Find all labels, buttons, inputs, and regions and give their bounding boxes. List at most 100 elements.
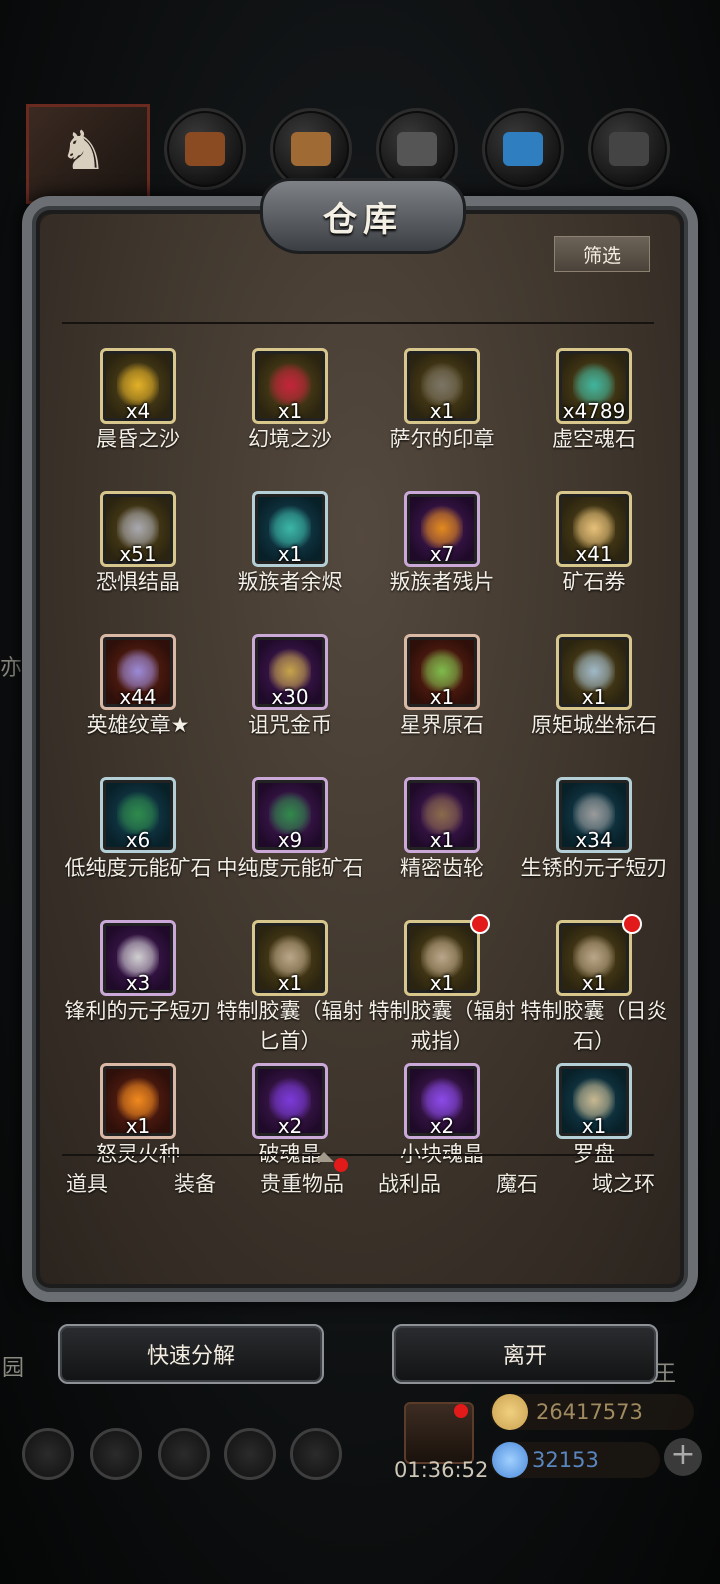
item-name: 星界原石 xyxy=(400,713,484,737)
new-item-badge xyxy=(470,914,490,934)
item-name: 锋利的元子短刃 xyxy=(64,999,212,1023)
hud-star-icon[interactable] xyxy=(90,1428,142,1480)
item-slot[interactable]: x1 xyxy=(556,920,632,996)
item-cell[interactable]: x6 低纯度元能矿石 xyxy=(62,777,214,917)
item-cell[interactable]: x41 矿石券 xyxy=(518,491,670,631)
category-steel-icon[interactable] xyxy=(588,108,670,190)
gift-badge xyxy=(454,1404,468,1418)
item-name: 矿石券 xyxy=(562,570,626,594)
item-cell[interactable]: x1 特制胶囊（辐射匕首） xyxy=(214,920,366,1060)
item-cell[interactable]: x4 晨昏之沙 xyxy=(62,348,214,488)
side-hint-left-upper: 亦 xyxy=(0,656,23,681)
item-quantity: x1 xyxy=(277,542,303,566)
tab-domain-rings[interactable]: 域之环 xyxy=(592,1168,655,1198)
gem-icon xyxy=(492,1442,528,1478)
item-slot[interactable]: x1 xyxy=(404,920,480,996)
item-name: 特制胶囊（辐射匕首） xyxy=(216,999,364,1053)
new-item-badge xyxy=(622,914,642,934)
item-slot[interactable]: x1 xyxy=(556,634,632,710)
mount-portrait[interactable]: ♞ xyxy=(26,104,150,204)
side-hint-left-lower: 园 xyxy=(2,1356,25,1381)
item-slot[interactable]: x30 xyxy=(252,634,328,710)
item-quantity: x2 xyxy=(429,1114,455,1138)
top-divider xyxy=(62,322,654,324)
item-quantity: x1 xyxy=(429,399,455,423)
item-quantity: x4 xyxy=(125,399,151,423)
item-slot[interactable]: x1 xyxy=(404,634,480,710)
item-slot[interactable]: x51 xyxy=(100,491,176,567)
add-currency-button[interactable]: + xyxy=(664,1438,702,1476)
item-cell[interactable]: x9 中纯度元能矿石 xyxy=(214,777,366,917)
item-slot[interactable]: x1 xyxy=(252,348,328,424)
item-name: 诅咒金币 xyxy=(248,713,332,737)
item-cell[interactable]: x1 精密齿轮 xyxy=(366,777,518,917)
item-slot[interactable]: x2 xyxy=(252,1063,328,1139)
leave-button[interactable]: 离开 xyxy=(392,1324,658,1384)
item-slot[interactable]: x1 xyxy=(556,1063,632,1139)
item-quantity: x34 xyxy=(575,828,613,852)
category-boots-icon[interactable] xyxy=(164,108,246,190)
item-slot[interactable]: x3 xyxy=(100,920,176,996)
tab-props[interactable]: 道具 xyxy=(66,1168,108,1198)
item-quantity: x1 xyxy=(581,971,607,995)
hud-settings-icon[interactable] xyxy=(22,1428,74,1480)
item-slot[interactable]: x4 xyxy=(100,348,176,424)
item-slot[interactable]: x1 xyxy=(252,491,328,567)
item-cell[interactable]: x1 原矩城坐标石 xyxy=(518,634,670,774)
item-name: 原矩城坐标石 xyxy=(531,713,657,737)
item-cell[interactable]: x44 英雄纹章★ xyxy=(62,634,214,774)
item-cell[interactable]: x51 恐惧结晶 xyxy=(62,491,214,631)
tab-magic-stones[interactable]: 魔石 xyxy=(496,1168,538,1198)
category-crystal-icon[interactable] xyxy=(482,108,564,190)
item-cell[interactable]: x34 生锈的元子短刃 xyxy=(518,777,670,917)
item-name: 精密齿轮 xyxy=(400,856,484,880)
item-slot[interactable]: x4789 xyxy=(556,348,632,424)
item-name: 虚空魂石 xyxy=(552,427,636,451)
gift-timer: 01:36:52 xyxy=(394,1458,489,1482)
scroll-up-icon[interactable] xyxy=(314,1152,334,1162)
tab-equipment[interactable]: 装备 xyxy=(174,1168,216,1198)
item-cell[interactable]: x1 特制胶囊（辐射戒指） xyxy=(366,914,518,1060)
item-name: 恐惧结晶 xyxy=(96,570,180,594)
item-quantity: x1 xyxy=(277,399,303,423)
item-cell[interactable]: x30 诅咒金币 xyxy=(214,634,366,774)
hud-guild-icon[interactable] xyxy=(290,1428,342,1480)
item-slot[interactable]: x7 xyxy=(404,491,480,567)
hud-map-icon[interactable] xyxy=(158,1428,210,1480)
item-cell[interactable]: x4789 虚空魂石 xyxy=(518,348,670,488)
item-slot[interactable]: x41 xyxy=(556,491,632,567)
item-slot[interactable]: x1 xyxy=(404,777,480,853)
item-name: 晨昏之沙 xyxy=(96,427,180,451)
hud-mail-icon[interactable] xyxy=(224,1428,276,1480)
item-slot[interactable]: x9 xyxy=(252,777,328,853)
item-quantity: x1 xyxy=(429,971,455,995)
item-cell[interactable]: x7 叛族者残片 xyxy=(366,491,518,631)
item-cell[interactable]: x1 特制胶囊（日炎石） xyxy=(518,914,670,1060)
item-slot[interactable]: x1 xyxy=(100,1063,176,1139)
item-cell[interactable]: x1 叛族者余烬 xyxy=(214,491,366,631)
item-quantity: x7 xyxy=(429,542,455,566)
horse-icon: ♞ xyxy=(59,119,108,182)
item-quantity: x1 xyxy=(581,1114,607,1138)
item-slot[interactable]: x34 xyxy=(556,777,632,853)
item-cell[interactable]: x1 萨尔的印章 xyxy=(366,348,518,488)
item-name: 生锈的元子短刃 xyxy=(520,856,668,880)
item-slot[interactable]: x1 xyxy=(252,920,328,996)
item-cell[interactable]: x3 锋利的元子短刃 xyxy=(62,920,214,1060)
item-name: 叛族者残片 xyxy=(389,570,495,594)
item-cell[interactable]: x1 星界原石 xyxy=(366,634,518,774)
tab-loot[interactable]: 战利品 xyxy=(378,1168,441,1198)
filter-button[interactable]: 筛选 xyxy=(554,236,650,272)
tab-valuables[interactable]: 贵重物品 xyxy=(260,1168,344,1198)
panel-title: 仓库 xyxy=(323,199,403,240)
quick-decompose-button[interactable]: 快速分解 xyxy=(58,1324,324,1384)
title-crest: 仓库 xyxy=(260,178,466,254)
item-slot[interactable]: x6 xyxy=(100,777,176,853)
item-slot[interactable]: x1 xyxy=(404,348,480,424)
gold-amount: 26417573 xyxy=(536,1400,643,1424)
item-name: 叛族者余烬 xyxy=(237,570,343,594)
item-quantity: x6 xyxy=(125,828,151,852)
item-slot[interactable]: x44 xyxy=(100,634,176,710)
item-slot[interactable]: x2 xyxy=(404,1063,480,1139)
item-cell[interactable]: x1 幻境之沙 xyxy=(214,348,366,488)
